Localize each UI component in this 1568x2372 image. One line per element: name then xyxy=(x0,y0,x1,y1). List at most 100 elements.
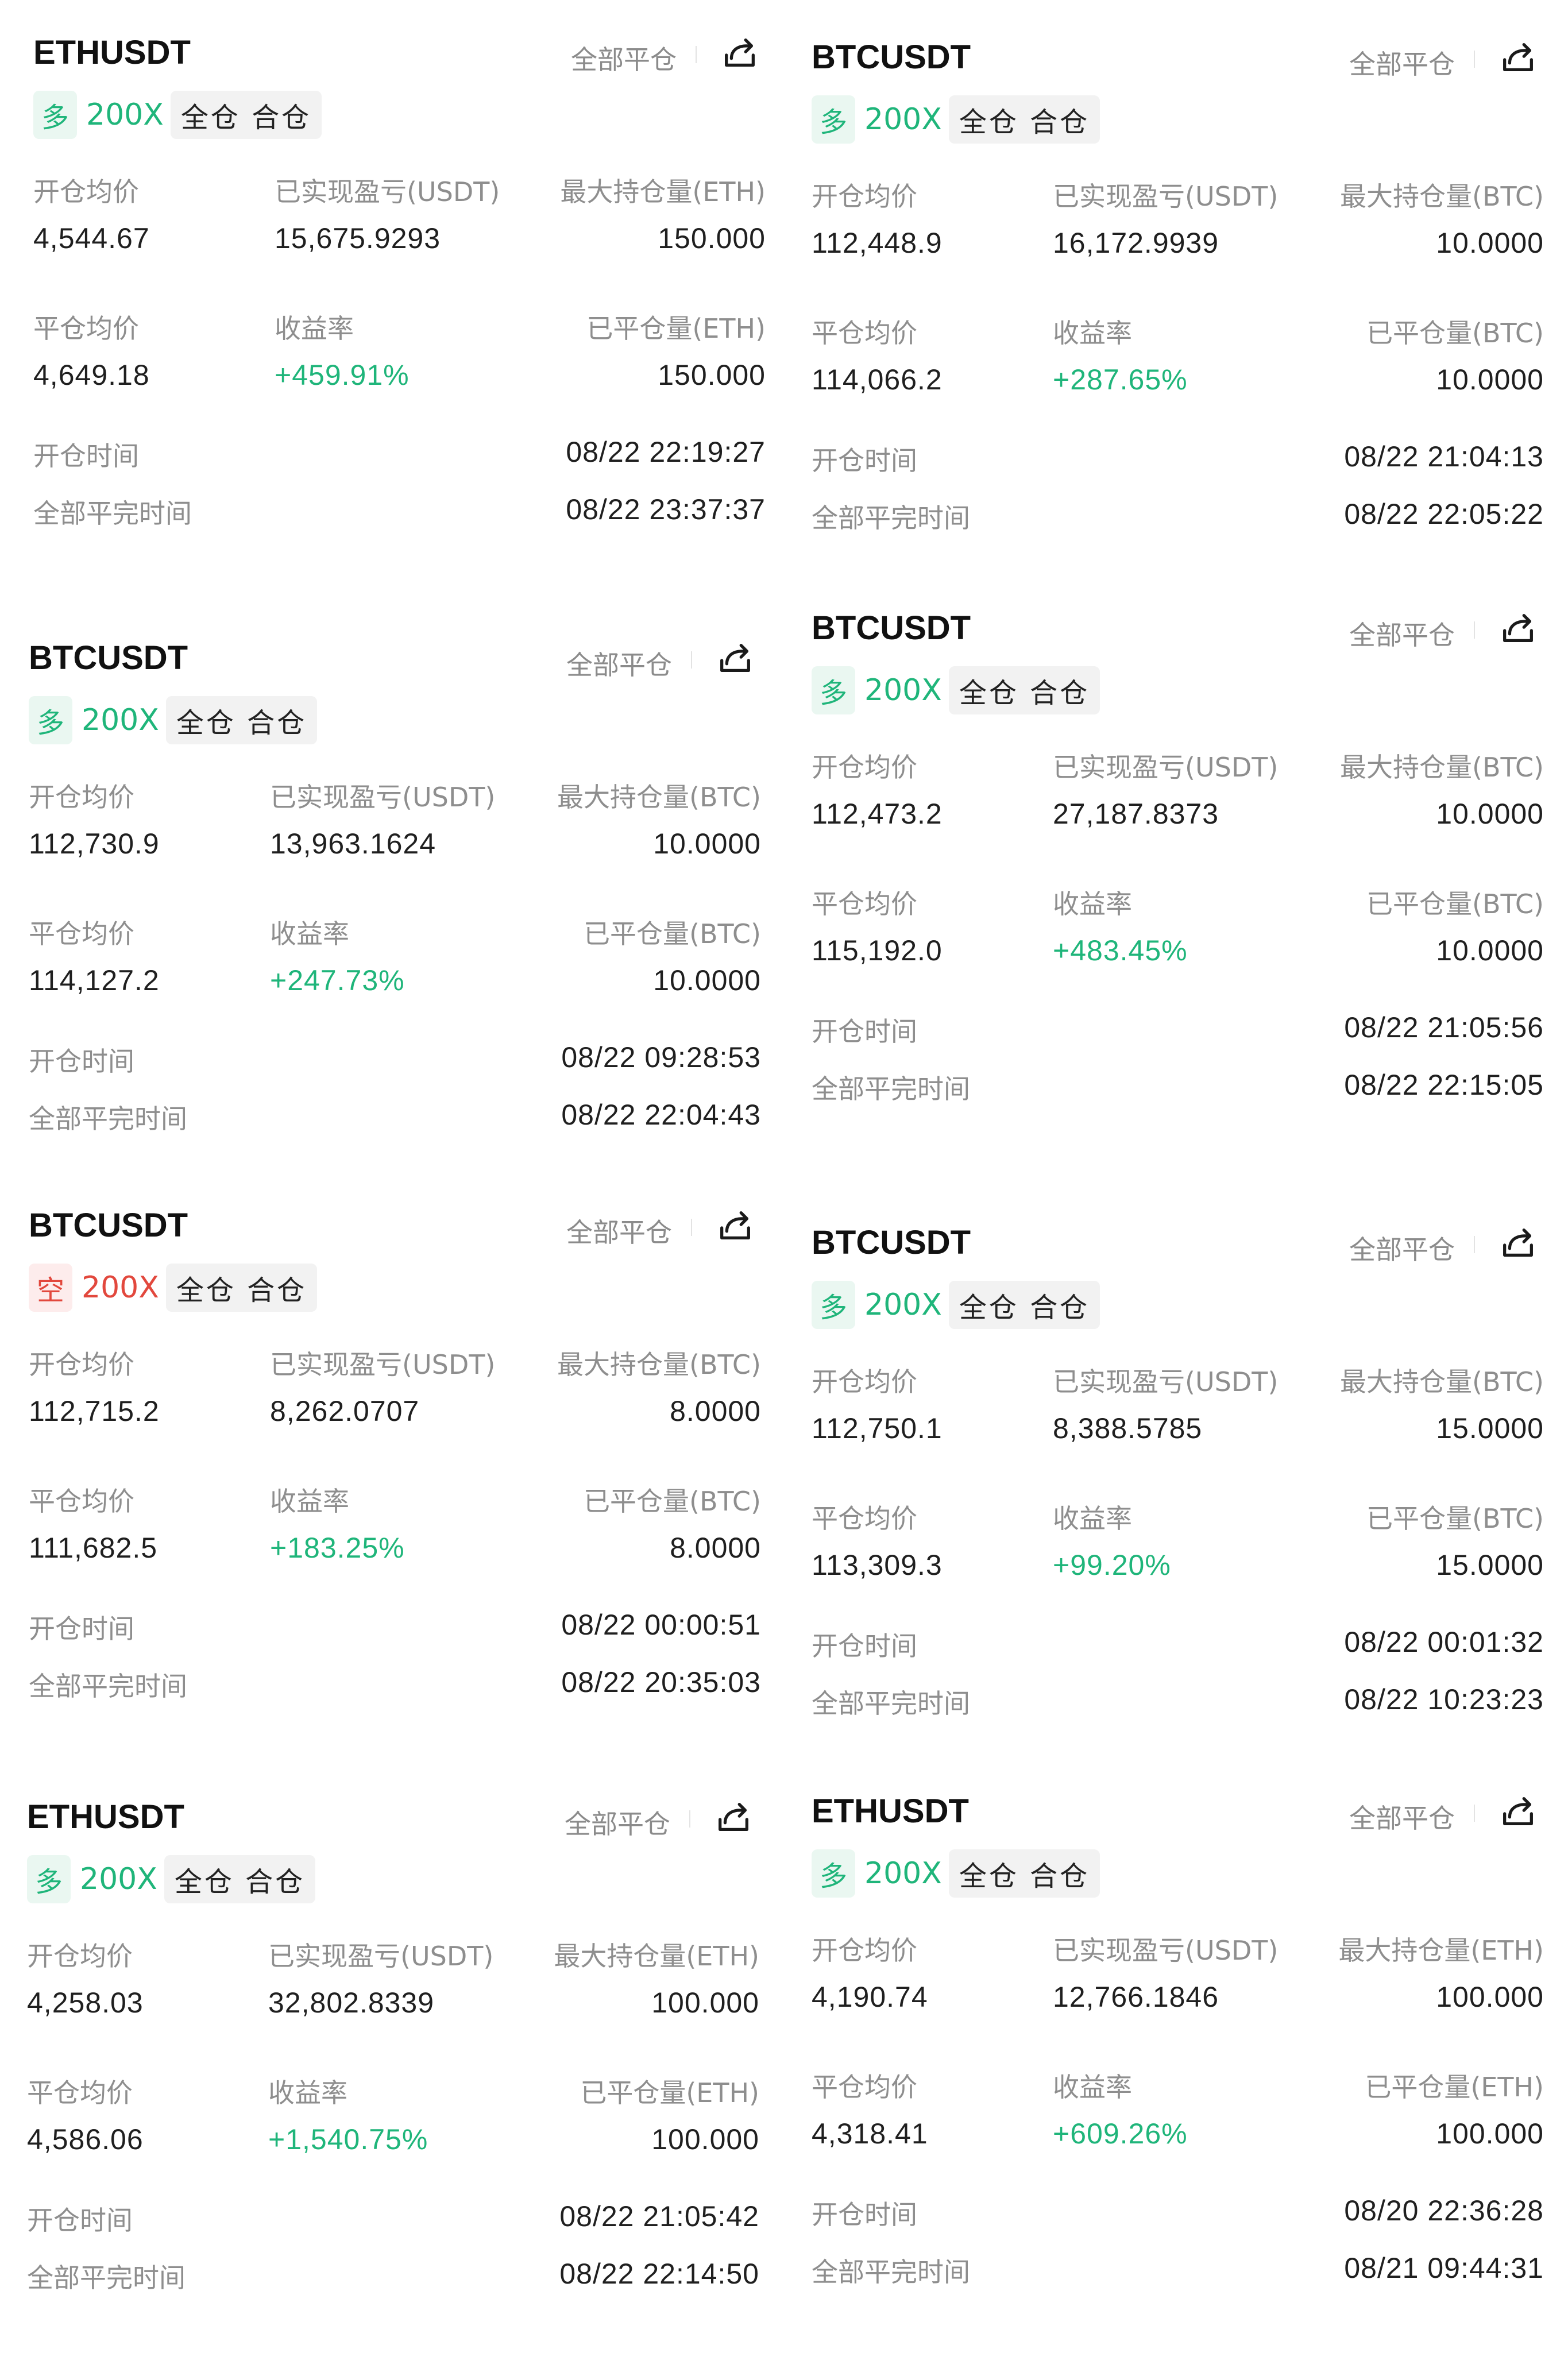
max-position-label: 最大持仓量(BTC) xyxy=(1340,1366,1544,1397)
side-badge: 多 xyxy=(33,91,77,139)
open-time-value: 08/22 21:05:56 xyxy=(1344,1011,1544,1044)
share-icon[interactable] xyxy=(1498,1792,1538,1832)
fully-closed-time-value: 08/22 22:15:05 xyxy=(1344,1069,1544,1101)
close-all-button[interactable]: 全部平仓 xyxy=(1349,1798,1455,1836)
yield-value: +247.73% xyxy=(270,964,405,996)
closed-amount-value: 100.000 xyxy=(1436,2118,1544,2150)
realized-pnl-label: 已实现盈亏(USDT) xyxy=(1053,1366,1279,1397)
open-avg-label: 开仓均价 xyxy=(27,1941,133,1972)
position-card: BTCUSDT 全部平仓 多 200X 全仓 合仓 开仓均价 已实现盈亏(USD… xyxy=(812,38,1544,612)
realized-pnl-value: 16,172.9939 xyxy=(1053,227,1219,259)
max-position-value: 100.000 xyxy=(651,1987,759,2019)
fully-closed-time-label: 全部平完时间 xyxy=(29,1671,187,1702)
fully-closed-time-label: 全部平完时间 xyxy=(27,2262,186,2293)
open-time-label: 开仓时间 xyxy=(812,1016,917,1047)
open-time-value: 08/22 21:04:13 xyxy=(1344,441,1544,473)
open-time-value: 08/22 22:19:27 xyxy=(566,436,766,468)
position-card: ETHUSDT 全部平仓 多 200X 全仓 合仓 开仓均价 已实现盈亏(USD… xyxy=(812,1792,1544,2366)
fully-closed-time-value: 08/22 23:37:37 xyxy=(566,493,766,526)
divider xyxy=(1474,51,1475,68)
closed-amount-label: 已平仓量(ETH) xyxy=(1365,2072,1544,2103)
position-tags: 多 200X 全仓 合仓 xyxy=(33,91,322,139)
side-badge: 多 xyxy=(812,1849,855,1898)
position-card: BTCUSDT 全部平仓 多 200X 全仓 合仓 开仓均价 已实现盈亏(USD… xyxy=(812,609,1544,1183)
open-avg-value: 4,258.03 xyxy=(27,1987,144,2019)
close-avg-value: 4,586.06 xyxy=(27,2123,144,2155)
realized-pnl-label: 已实现盈亏(USDT) xyxy=(268,1941,494,1972)
symbol-title: BTCUSDT xyxy=(812,609,971,647)
open-avg-value: 112,750.1 xyxy=(812,1412,943,1444)
closed-amount-label: 已平仓量(ETH) xyxy=(586,313,766,344)
close-all-button[interactable]: 全部平仓 xyxy=(565,1803,670,1841)
position-card: ETHUSDT 全部平仓 多 200X 全仓 合仓 开仓均价 已实现盈亏(USD… xyxy=(27,1798,759,2372)
open-avg-label: 开仓均价 xyxy=(812,1366,917,1397)
position-card: BTCUSDT 全部平仓 多 200X 全仓 合仓 开仓均价 已实现盈亏(USD… xyxy=(812,1223,1544,1798)
open-time-value: 08/20 22:36:28 xyxy=(1344,2195,1544,2227)
fully-closed-time-label: 全部平完时间 xyxy=(29,1103,187,1134)
closed-amount-value: 10.0000 xyxy=(1436,364,1544,396)
close-avg-label: 平仓均价 xyxy=(29,918,134,949)
yield-value: +1,540.75% xyxy=(268,2123,428,2155)
share-icon[interactable] xyxy=(715,1206,755,1246)
realized-pnl-label: 已实现盈亏(USDT) xyxy=(270,782,496,813)
divider xyxy=(1474,1805,1475,1822)
yield-label: 收益率 xyxy=(275,313,354,344)
fully-closed-time-value: 08/22 20:35:03 xyxy=(561,1666,761,1698)
closed-amount-label: 已平仓量(BTC) xyxy=(584,1486,761,1517)
divider xyxy=(1474,1236,1475,1253)
close-all-button[interactable]: 全部平仓 xyxy=(1349,44,1455,82)
realized-pnl-label: 已实现盈亏(USDT) xyxy=(1053,752,1279,783)
realized-pnl-value: 8,262.0707 xyxy=(270,1395,420,1427)
share-icon[interactable] xyxy=(1498,1223,1538,1264)
close-all-button[interactable]: 全部平仓 xyxy=(1349,615,1455,652)
fully-closed-time-value: 08/22 10:23:23 xyxy=(1344,1683,1544,1716)
share-icon[interactable] xyxy=(1498,38,1538,78)
share-icon[interactable] xyxy=(715,639,755,679)
closed-amount-value: 10.0000 xyxy=(1436,934,1544,967)
open-avg-value: 4,544.67 xyxy=(33,222,150,254)
fully-closed-time-value: 08/21 09:44:31 xyxy=(1344,2252,1544,2284)
fully-closed-time-label: 全部平完时间 xyxy=(812,1688,970,1719)
divider xyxy=(1474,621,1475,639)
close-avg-value: 113,309.3 xyxy=(812,1549,943,1581)
side-badge: 多 xyxy=(812,95,855,144)
open-time-label: 开仓时间 xyxy=(812,2199,917,2230)
realized-pnl-label: 已实现盈亏(USDT) xyxy=(1053,181,1279,212)
position-tags: 多 200X 全仓 合仓 xyxy=(29,696,318,744)
close-all-button[interactable]: 全部平仓 xyxy=(571,39,677,77)
max-position-value: 8.0000 xyxy=(670,1395,761,1427)
symbol-title: BTCUSDT xyxy=(812,38,971,76)
max-position-value: 10.0000 xyxy=(1436,798,1544,830)
yield-label: 收益率 xyxy=(268,2077,347,2108)
leverage-label: 200X xyxy=(82,1270,159,1305)
closed-amount-value: 15.0000 xyxy=(1436,1549,1544,1581)
open-avg-label: 开仓均价 xyxy=(29,782,134,813)
position-tags: 多 200X 全仓 合仓 xyxy=(27,1855,316,1903)
close-all-button[interactable]: 全部平仓 xyxy=(1349,1229,1455,1267)
yield-label: 收益率 xyxy=(270,1486,349,1517)
margin-mode-badge: 全仓 合仓 xyxy=(165,696,318,744)
share-icon[interactable] xyxy=(720,33,760,74)
open-time-label: 开仓时间 xyxy=(812,1631,917,1662)
side-badge: 多 xyxy=(812,1281,855,1329)
close-avg-value: 4,649.18 xyxy=(33,359,150,391)
share-icon[interactable] xyxy=(713,1798,754,1838)
yield-label: 收益率 xyxy=(1053,318,1132,349)
leverage-label: 200X xyxy=(864,1856,942,1891)
close-avg-value: 114,127.2 xyxy=(29,964,160,996)
realized-pnl-value: 27,187.8373 xyxy=(1053,798,1219,830)
fully-closed-time-value: 08/22 22:14:50 xyxy=(559,2258,759,2290)
margin-mode-badge: 全仓 合仓 xyxy=(170,91,322,139)
close-all-button[interactable]: 全部平仓 xyxy=(566,1212,672,1250)
close-avg-label: 平仓均价 xyxy=(33,313,139,344)
close-all-button[interactable]: 全部平仓 xyxy=(566,644,672,682)
closed-amount-value: 8.0000 xyxy=(670,1532,761,1564)
closed-amount-label: 已平仓量(BTC) xyxy=(1366,888,1544,920)
closed-amount-value: 10.0000 xyxy=(653,964,761,996)
open-time-label: 开仓时间 xyxy=(29,1046,134,1077)
close-avg-label: 平仓均价 xyxy=(27,2077,133,2108)
position-card: BTCUSDT 全部平仓 空 200X 全仓 合仓 开仓均价 已实现盈亏(USD… xyxy=(29,1206,761,1780)
fully-closed-time-value: 08/22 22:05:22 xyxy=(1344,498,1544,530)
symbol-title: ETHUSDT xyxy=(27,1798,184,1836)
share-icon[interactable] xyxy=(1498,609,1538,649)
